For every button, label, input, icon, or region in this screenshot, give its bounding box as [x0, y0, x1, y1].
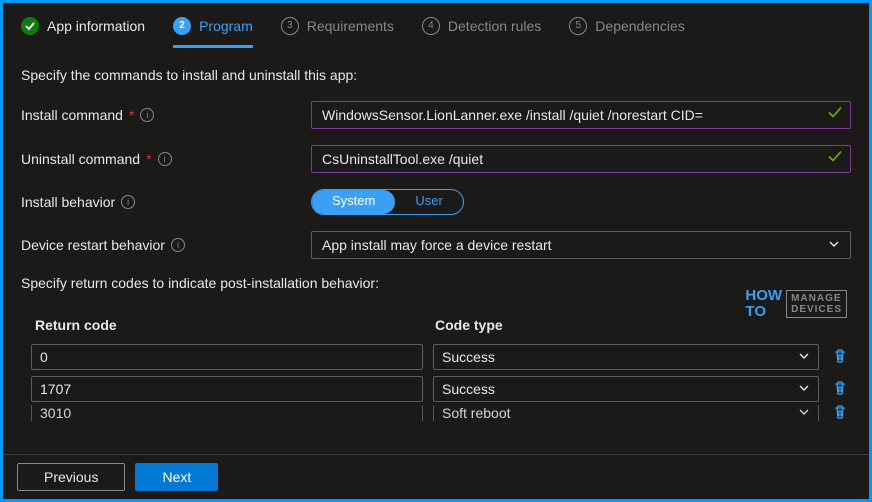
return-code-input[interactable]	[31, 376, 423, 402]
next-button[interactable]: Next	[135, 463, 218, 491]
install-behavior-system[interactable]: System	[312, 190, 395, 214]
select-value: App install may force a device restart	[322, 237, 552, 253]
row-install-command: Install command * i	[21, 101, 851, 129]
table-row: Success	[21, 341, 851, 373]
tab-detection-rules[interactable]: 4 Detection rules	[422, 17, 541, 48]
table-row: Soft reboot	[21, 405, 851, 421]
label-install-command: Install command * i	[21, 107, 311, 123]
step-number-icon: 5	[569, 17, 587, 35]
code-type-select[interactable]: Soft reboot	[433, 405, 819, 421]
step-number-icon: 4	[422, 17, 440, 35]
uninstall-command-input[interactable]	[311, 145, 851, 173]
header-code-type: Code type	[435, 317, 837, 333]
chevron-down-icon	[798, 349, 810, 365]
section-return-codes: Specify return codes to indicate post-in…	[21, 275, 851, 291]
info-icon[interactable]: i	[158, 152, 172, 166]
install-command-input[interactable]	[311, 101, 851, 129]
return-codes-table: Return code Code type Success Success	[21, 309, 851, 421]
wizard-footer: Previous Next	[3, 454, 869, 499]
step-number-icon: 2	[173, 17, 191, 35]
delete-row-button[interactable]	[829, 380, 851, 399]
tab-label: Dependencies	[595, 18, 685, 34]
chevron-down-icon	[798, 405, 810, 421]
install-behavior-user[interactable]: User	[395, 190, 462, 214]
table-header: Return code Code type	[21, 309, 851, 341]
install-behavior-toggle: System User	[311, 189, 464, 215]
tab-app-information[interactable]: App information	[21, 17, 145, 48]
row-restart-behavior: Device restart behavior i App install ma…	[21, 231, 851, 259]
step-number-icon: 3	[281, 17, 299, 35]
row-uninstall-command: Uninstall command * i	[21, 145, 851, 173]
info-icon[interactable]: i	[140, 108, 154, 122]
tab-program[interactable]: 2 Program	[173, 17, 253, 48]
checkmark-icon	[827, 149, 843, 170]
section-intro: Specify the commands to install and unin…	[21, 67, 851, 83]
row-install-behavior: Install behavior i System User	[21, 189, 851, 215]
tab-label: Requirements	[307, 18, 394, 34]
tab-label: Detection rules	[448, 18, 541, 34]
tab-requirements[interactable]: 3 Requirements	[281, 17, 394, 48]
header-return-code: Return code	[35, 317, 435, 333]
chevron-down-icon	[798, 381, 810, 397]
previous-button[interactable]: Previous	[17, 463, 125, 491]
check-icon	[21, 17, 39, 35]
code-type-select[interactable]: Success	[433, 376, 819, 402]
label-uninstall-command: Uninstall command * i	[21, 151, 311, 167]
tab-dependencies[interactable]: 5 Dependencies	[569, 17, 685, 48]
form-content: Specify the commands to install and unin…	[3, 51, 869, 421]
restart-behavior-select[interactable]: App install may force a device restart	[311, 231, 851, 259]
required-marker: *	[129, 107, 134, 123]
delete-row-button[interactable]	[829, 405, 851, 421]
label-restart-behavior: Device restart behavior i	[21, 237, 311, 253]
required-marker: *	[146, 151, 151, 167]
label-install-behavior: Install behavior i	[21, 194, 311, 210]
info-icon[interactable]: i	[121, 195, 135, 209]
tab-label: App information	[47, 18, 145, 34]
info-icon[interactable]: i	[171, 238, 185, 252]
checkmark-icon	[827, 105, 843, 126]
wizard-tabs: App information 2 Program 3 Requirements…	[3, 3, 869, 51]
tab-label: Program	[199, 18, 253, 34]
table-row: Success	[21, 373, 851, 405]
return-code-input[interactable]	[31, 344, 423, 370]
code-type-select[interactable]: Success	[433, 344, 819, 370]
return-code-input[interactable]	[31, 405, 423, 421]
delete-row-button[interactable]	[829, 348, 851, 367]
chevron-down-icon	[828, 237, 840, 253]
